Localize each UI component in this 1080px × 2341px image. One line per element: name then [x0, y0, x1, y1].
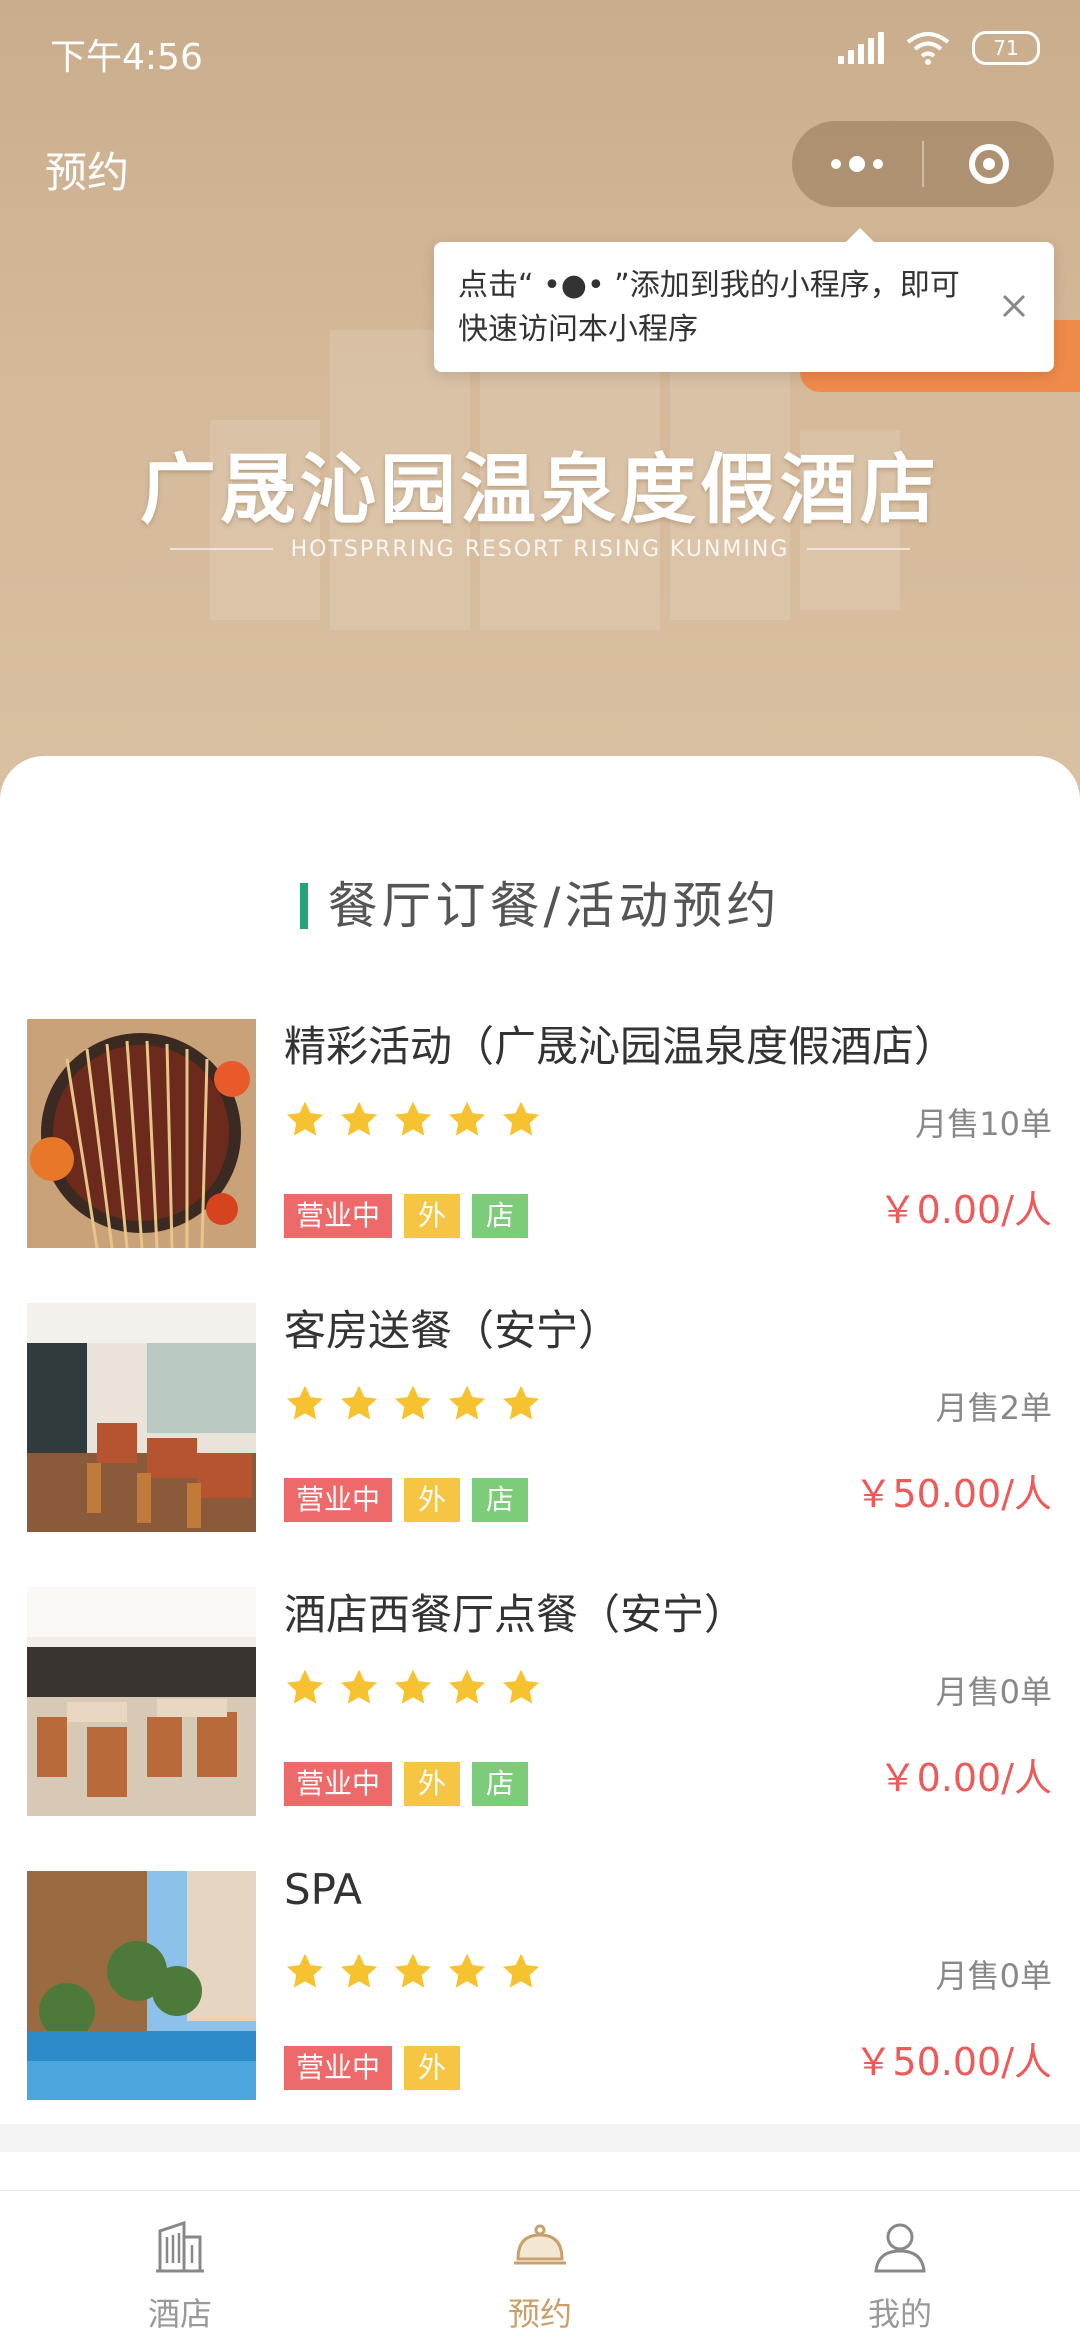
monthly-sales: 月售0单 [935, 1957, 1052, 1995]
hotel-building-icon [156, 2220, 204, 2273]
star-icon [448, 1101, 486, 1136]
section-header: 餐厅订餐/活动预约 [0, 866, 1080, 938]
item-price: ￥0.00/人 [878, 1188, 1052, 1232]
item-price: ￥50.00/人 [854, 1472, 1052, 1516]
item-thumbnail [27, 1587, 256, 1816]
monthly-sales: 月售10单 [915, 1105, 1052, 1143]
rating-stars [284, 1951, 542, 1993]
divider-band [0, 2124, 1080, 2152]
star-icon [502, 1953, 540, 1988]
nav-bar: 预约 [0, 115, 1080, 215]
rating-stars [284, 1099, 542, 1141]
booking-list-card: 餐厅订餐/活动预约 精彩活动（广晟沁园温泉度假酒店） 月售10单 营业中 外 店… [0, 756, 1080, 2126]
star-icon [340, 1101, 378, 1136]
section-title: 餐厅订餐/活动预约 [327, 877, 781, 935]
user-icon [874, 2223, 926, 2273]
star-icon [286, 1101, 324, 1136]
more-icon [831, 156, 883, 172]
page-title: 预约 [45, 148, 130, 197]
status-badge: 营业中 [284, 1762, 393, 1806]
close-miniprogram-button[interactable] [924, 121, 1054, 207]
tooltip-text: 点击“ •●• ”添加到我的小程序，即可快速访问本小程序 [458, 268, 960, 347]
item-name: 客房送餐（安宁） [284, 1306, 621, 1355]
dine-in-badge: 店 [472, 1762, 529, 1806]
takeout-badge: 外 [404, 1762, 461, 1806]
cloche-icon [514, 2224, 566, 2265]
list-item[interactable]: SPA 月售0单 营业中 外 ￥50.00/人 [0, 1865, 1080, 2101]
star-icon [448, 1669, 486, 1704]
list-item[interactable]: 客房送餐（安宁） 月售2单 营业中 外 店 ￥50.00/人 [0, 1303, 1080, 1533]
tab-hotel[interactable]: 酒店 [0, 2191, 360, 2341]
tag-row: 营业中 外 [284, 2046, 461, 2090]
tab-mine-label: 我的 [867, 2295, 932, 2333]
star-icon [502, 1101, 540, 1136]
target-icon [969, 144, 1009, 184]
status-bar: 下午4:56 71 [0, 0, 1080, 100]
hotel-title: 广晟沁园温泉度假酒店 [140, 445, 940, 534]
star-icon [340, 1953, 378, 1988]
star-icon [502, 1385, 540, 1420]
star-icon [448, 1953, 486, 1988]
miniprogram-capsule [792, 121, 1054, 207]
tab-mine[interactable]: 我的 [720, 2191, 1080, 2341]
tab-booking[interactable]: 预约 [360, 2191, 720, 2341]
star-icon [394, 1669, 432, 1704]
star-icon [394, 1101, 432, 1136]
tag-row: 营业中 外 店 [284, 1762, 529, 1806]
rating-stars [284, 1667, 542, 1709]
takeout-badge: 外 [404, 1478, 461, 1522]
status-badge: 营业中 [284, 1478, 393, 1522]
status-badge: 营业中 [284, 1194, 393, 1238]
dine-in-badge: 店 [472, 1478, 529, 1522]
dine-in-badge: 店 [472, 1194, 529, 1238]
rating-stars [284, 1383, 542, 1425]
tag-row: 营业中 外 店 [284, 1478, 529, 1522]
tab-booking-label: 预约 [507, 2295, 572, 2333]
hero-banner: 下午4:56 71 预约 广晟沁园温泉度假酒店 HOTSPRRING RESOR… [0, 0, 1080, 800]
tab-hotel-label: 酒店 [147, 2295, 212, 2333]
wifi-icon [906, 32, 950, 65]
star-icon [502, 1669, 540, 1704]
star-icon [340, 1669, 378, 1704]
hotel-subtitle-row: HOTSPRRING RESORT RISING KUNMING [170, 534, 910, 564]
item-name: 精彩活动（广晟沁园温泉度假酒店） [284, 1022, 957, 1071]
signal-icon [838, 32, 884, 64]
star-icon [286, 1669, 324, 1704]
item-thumbnail [27, 1303, 256, 1532]
section-accent-bar [299, 883, 308, 929]
item-thumbnail [27, 1019, 256, 1248]
star-icon [448, 1385, 486, 1420]
star-icon [394, 1953, 432, 1988]
star-icon [394, 1385, 432, 1420]
close-icon[interactable] [996, 288, 1032, 324]
status-time: 下午4:56 [50, 37, 203, 78]
item-name: SPA [284, 1865, 363, 1914]
star-icon [286, 1385, 324, 1420]
tab-bar: 酒店 预约 我的 [0, 2190, 1080, 2341]
status-badge: 营业中 [284, 2046, 393, 2090]
item-price: ￥50.00/人 [854, 2040, 1052, 2084]
list-item[interactable]: 精彩活动（广晟沁园温泉度假酒店） 月售10单 营业中 外 店 ￥0.00/人 [0, 1019, 1080, 1249]
more-button[interactable] [792, 121, 922, 207]
takeout-badge: 外 [404, 2046, 461, 2090]
star-icon [340, 1385, 378, 1420]
item-name: 酒店西餐厅点餐（安宁） [284, 1590, 747, 1639]
item-thumbnail [27, 1871, 256, 2100]
monthly-sales: 月售0单 [935, 1673, 1052, 1711]
hotel-subtitle: HOTSPRRING RESORT RISING KUNMING [290, 536, 790, 562]
list-item[interactable]: 酒店西餐厅点餐（安宁） 月售0单 营业中 外 店 ￥0.00/人 [0, 1587, 1080, 1817]
tag-row: 营业中 外 店 [284, 1194, 529, 1238]
takeout-badge: 外 [404, 1194, 461, 1238]
item-price: ￥0.00/人 [878, 1756, 1052, 1800]
battery-icon: 71 [972, 31, 1040, 65]
monthly-sales: 月售2单 [935, 1389, 1052, 1427]
add-miniprogram-tooltip: 点击“ •●• ”添加到我的小程序，即可快速访问本小程序 [434, 228, 1054, 372]
star-icon [286, 1953, 324, 1988]
